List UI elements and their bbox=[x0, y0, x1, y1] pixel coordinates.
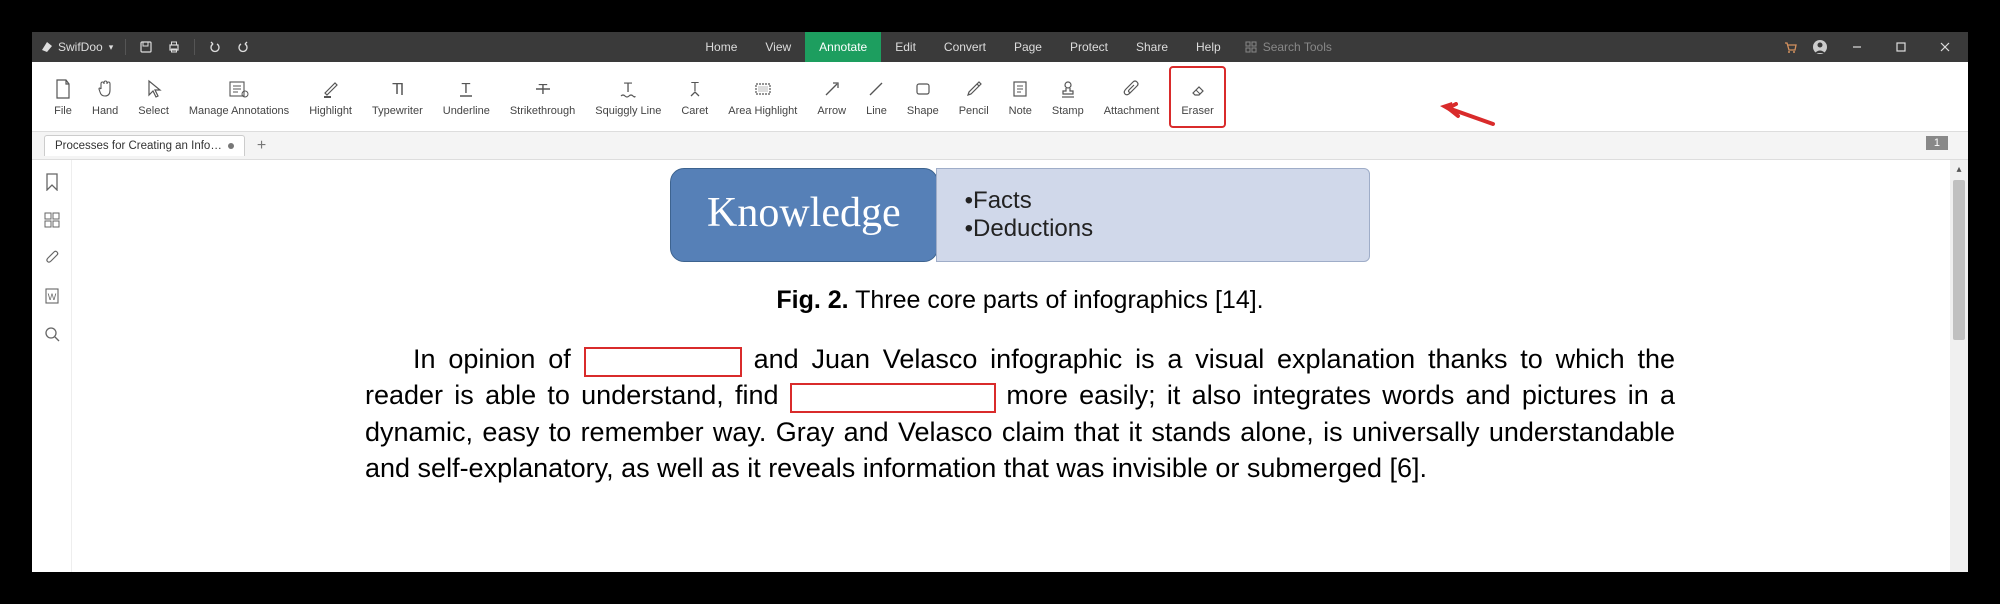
scroll-up-icon[interactable]: ▴ bbox=[1950, 160, 1968, 178]
cart-icon[interactable] bbox=[1782, 39, 1798, 55]
stamp-icon bbox=[1058, 79, 1078, 99]
save-icon[interactable] bbox=[138, 39, 154, 55]
maximize-button[interactable] bbox=[1886, 32, 1916, 62]
caret-icon: T bbox=[685, 79, 705, 99]
close-button[interactable] bbox=[1930, 32, 1960, 62]
ribbon-line[interactable]: Line bbox=[856, 66, 897, 128]
document-tab-bar: Processes for Creating an Info… + 1 bbox=[32, 132, 1968, 160]
menu-convert[interactable]: Convert bbox=[930, 32, 1000, 62]
erased-region-1 bbox=[584, 347, 742, 377]
menu-page[interactable]: Page bbox=[1000, 32, 1056, 62]
note-icon bbox=[1010, 79, 1030, 99]
squiggly-icon: T bbox=[618, 79, 638, 99]
ribbon-strikethrough[interactable]: T Strikethrough bbox=[500, 66, 585, 128]
file-icon bbox=[54, 79, 72, 99]
ribbon-arrow[interactable]: Arrow bbox=[807, 66, 856, 128]
ribbon-file[interactable]: File bbox=[44, 66, 82, 128]
ribbon-typewriter[interactable]: T Typewriter bbox=[362, 66, 433, 128]
scrollbar-thumb[interactable] bbox=[1953, 180, 1965, 340]
menu-protect[interactable]: Protect bbox=[1056, 32, 1122, 62]
eraser-icon bbox=[1188, 79, 1208, 99]
ribbon-select[interactable]: Select bbox=[128, 66, 179, 128]
app-name-label: SwifDoo bbox=[58, 40, 103, 54]
erased-region-2 bbox=[790, 383, 996, 413]
bookmark-icon[interactable] bbox=[42, 172, 62, 192]
content-area: W Knowledge •Facts •Deductions Fig. 2. T… bbox=[32, 160, 1968, 572]
minimize-button[interactable] bbox=[1842, 32, 1872, 62]
user-icon[interactable] bbox=[1812, 39, 1828, 55]
ribbon-pencil[interactable]: Pencil bbox=[949, 66, 999, 128]
ribbon-caret[interactable]: T Caret bbox=[671, 66, 718, 128]
arrow-icon bbox=[822, 79, 842, 99]
ribbon-attachment[interactable]: Attachment bbox=[1094, 66, 1170, 128]
search-panel-icon[interactable] bbox=[42, 324, 62, 344]
attachment-panel-icon[interactable] bbox=[42, 248, 62, 268]
document-view[interactable]: Knowledge •Facts •Deductions Fig. 2. Thr… bbox=[72, 160, 1968, 572]
strikethrough-icon: T bbox=[533, 79, 553, 99]
ribbon-stamp[interactable]: Stamp bbox=[1042, 66, 1094, 128]
figure-caption: Fig. 2. Three core parts of infographics… bbox=[112, 286, 1928, 315]
menu-share[interactable]: Share bbox=[1122, 32, 1182, 62]
knowledge-box-left: Knowledge bbox=[670, 168, 938, 262]
svg-text:W: W bbox=[47, 292, 56, 302]
side-panel: W bbox=[32, 160, 72, 572]
para-text-1a: In opinion of bbox=[413, 344, 584, 374]
pencil-icon bbox=[964, 79, 984, 99]
ribbon-eraser[interactable]: Eraser bbox=[1169, 66, 1225, 128]
ribbon-manage-annotations[interactable]: Manage Annotations bbox=[179, 66, 299, 128]
ribbon-area-highlight[interactable]: Area Highlight bbox=[718, 66, 807, 128]
ribbon-shape[interactable]: Shape bbox=[897, 66, 949, 128]
facts-label: •Facts bbox=[965, 187, 1341, 215]
document-tab-label: Processes for Creating an Info… bbox=[55, 140, 222, 152]
hand-icon bbox=[95, 79, 115, 99]
undo-icon[interactable] bbox=[207, 39, 223, 55]
app-logo-icon bbox=[40, 40, 54, 54]
ribbon-underline[interactable]: T Underline bbox=[433, 66, 500, 128]
figure-label: Fig. 2. bbox=[776, 286, 848, 314]
search-tools[interactable]: Search Tools bbox=[1235, 32, 1342, 62]
page-indicator: 1 bbox=[1926, 136, 1948, 150]
ribbon-squiggly-line[interactable]: T Squiggly Line bbox=[585, 66, 671, 128]
svg-text:T: T bbox=[462, 80, 471, 97]
svg-text:T: T bbox=[392, 81, 402, 98]
document-tab[interactable]: Processes for Creating an Info… bbox=[44, 135, 245, 156]
print-icon[interactable] bbox=[166, 39, 182, 55]
add-tab-button[interactable]: + bbox=[251, 137, 272, 155]
vertical-scrollbar[interactable]: ▴ bbox=[1950, 160, 1968, 572]
cursor-icon bbox=[145, 79, 163, 99]
word-panel-icon[interactable]: W bbox=[42, 286, 62, 306]
app-window: SwifDoo ▾ Home View Annotate Edit Conve bbox=[32, 32, 1968, 572]
typewriter-icon: T bbox=[387, 79, 407, 99]
menu-home[interactable]: Home bbox=[691, 32, 751, 62]
unsaved-dot-icon bbox=[228, 143, 234, 149]
menu-edit[interactable]: Edit bbox=[881, 32, 930, 62]
search-tools-label: Search Tools bbox=[1263, 40, 1332, 54]
menu-annotate[interactable]: Annotate bbox=[805, 32, 881, 62]
knowledge-diagram: Knowledge •Facts •Deductions bbox=[670, 168, 1370, 262]
redo-icon[interactable] bbox=[235, 39, 251, 55]
shape-icon bbox=[913, 79, 933, 99]
area-highlight-icon bbox=[753, 79, 773, 99]
app-name[interactable]: SwifDoo ▾ bbox=[40, 40, 113, 54]
ribbon-hand[interactable]: Hand bbox=[82, 66, 128, 128]
deductions-label: •Deductions bbox=[965, 215, 1341, 243]
paperclip-icon bbox=[1122, 79, 1142, 99]
body-paragraph: In opinion of and Juan Velasco infograph… bbox=[365, 341, 1675, 487]
menu-view[interactable]: View bbox=[751, 32, 805, 62]
highlighter-icon bbox=[321, 79, 341, 99]
underline-icon: T bbox=[456, 79, 476, 99]
search-grid-icon bbox=[1245, 41, 1257, 53]
annotations-list-icon bbox=[228, 79, 250, 99]
menu-help[interactable]: Help bbox=[1182, 32, 1235, 62]
ribbon-highlight[interactable]: Highlight bbox=[299, 66, 362, 128]
chevron-down-icon: ▾ bbox=[109, 42, 114, 53]
figure-text: Three core parts of infographics [14]. bbox=[849, 286, 1264, 314]
svg-text:T: T bbox=[624, 79, 633, 95]
ribbon-toolbar: File Hand Select Manage Annotations High… bbox=[32, 62, 1968, 132]
titlebar: SwifDoo ▾ Home View Annotate Edit Conve bbox=[32, 32, 1968, 62]
ribbon-note[interactable]: Note bbox=[999, 66, 1042, 128]
knowledge-box-right: •Facts •Deductions bbox=[936, 168, 1370, 262]
line-icon bbox=[866, 79, 886, 99]
thumbnails-icon[interactable] bbox=[42, 210, 62, 230]
